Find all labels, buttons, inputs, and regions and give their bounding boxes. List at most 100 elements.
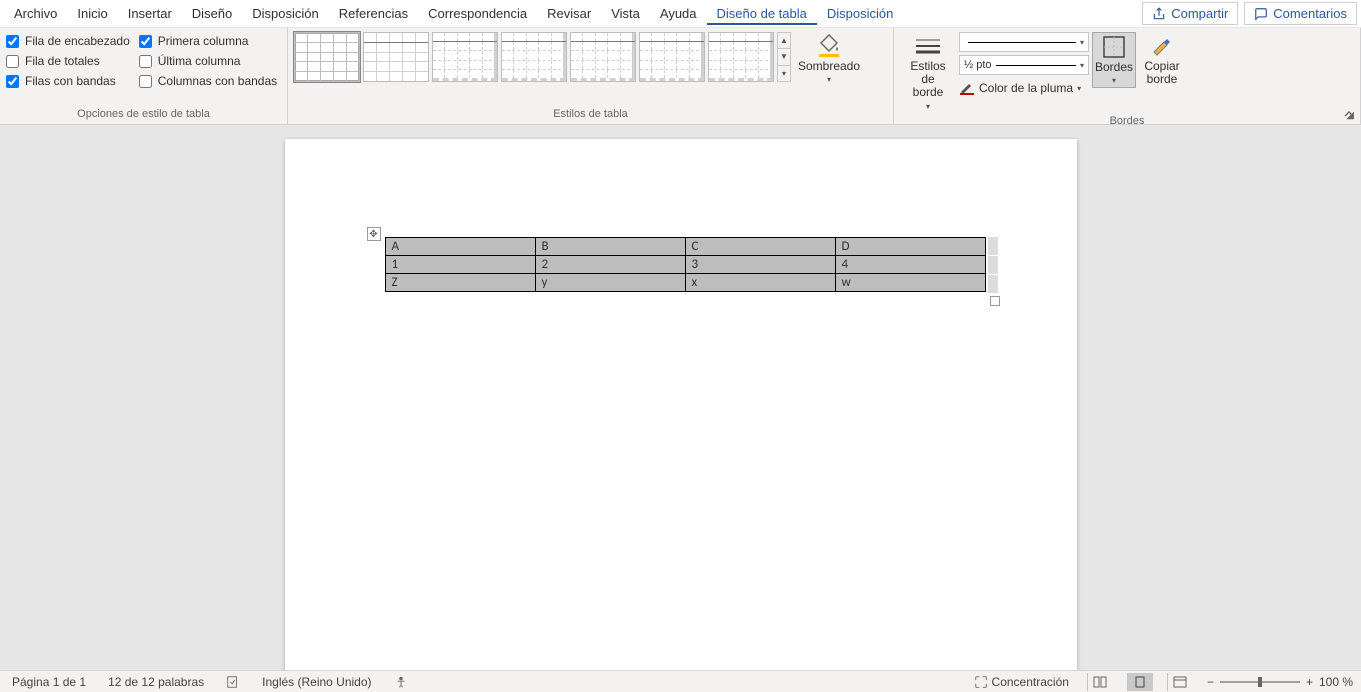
chevron-down-icon: ▾	[827, 75, 831, 84]
table-cell[interactable]: A	[385, 238, 535, 256]
chk-last-col[interactable]: Última columna	[139, 54, 277, 68]
table-style-5[interactable]	[570, 32, 636, 82]
table-style-4[interactable]	[501, 32, 567, 82]
view-print-layout[interactable]	[1127, 673, 1153, 691]
view-read-mode[interactable]	[1087, 673, 1113, 691]
status-language[interactable]: Inglés (Reino Unido)	[258, 675, 375, 689]
table-cell[interactable]: Z	[385, 274, 535, 292]
comments-button[interactable]: Comentarios	[1244, 2, 1357, 25]
group-borders: Estilos de borde ▾ ▾ ½ pto ▾ Color de la…	[894, 28, 1361, 124]
chk-first-col-label: Primera columna	[158, 34, 249, 48]
table-row[interactable]: 1 2 3 4	[385, 256, 985, 274]
tab-ayuda[interactable]: Ayuda	[650, 2, 707, 25]
ribbon-tabs: Archivo Inicio Insertar Diseño Disposici…	[0, 0, 1361, 28]
table-cell[interactable]: x	[685, 274, 835, 292]
table-cell[interactable]: w	[835, 274, 985, 292]
status-proofing[interactable]	[222, 675, 244, 689]
ribbon-collapse-button[interactable]	[1343, 108, 1355, 120]
table-row[interactable]: A B C D	[385, 238, 985, 256]
tab-insertar[interactable]: Insertar	[118, 2, 182, 25]
view-web-layout[interactable]	[1167, 673, 1193, 691]
copy-border-button[interactable]: Copiar borde	[1139, 32, 1185, 88]
table-style-2[interactable]	[363, 32, 429, 82]
table-cell[interactable]: C	[685, 238, 835, 256]
status-accessibility[interactable]	[390, 675, 412, 689]
table-cell[interactable]: 1	[385, 256, 535, 274]
pen-color-button[interactable]: Color de la pluma ▾	[959, 78, 1089, 98]
comment-icon	[1254, 7, 1268, 21]
share-button[interactable]: Compartir	[1142, 2, 1238, 25]
status-page[interactable]: Página 1 de 1	[8, 675, 90, 689]
shading-label: Sombreado	[798, 60, 860, 73]
document-page[interactable]: ✥ A B C D 1 2 3 4 Z y x w	[285, 139, 1077, 670]
chk-banded-cols-label: Columnas con bandas	[158, 74, 277, 88]
chevron-down-icon: ▾	[1080, 38, 1084, 47]
gallery-expand[interactable]: ▾	[778, 66, 790, 81]
tab-referencias[interactable]: Referencias	[329, 2, 418, 25]
borders-button[interactable]: Bordes ▾	[1092, 32, 1136, 88]
table-style-1[interactable]	[294, 32, 360, 82]
zoom-in-button[interactable]: +	[1306, 675, 1313, 689]
table-cell[interactable]: y	[535, 274, 685, 292]
focus-mode-button[interactable]: Concentración	[970, 675, 1073, 689]
chk-total-row-label: Fila de totales	[25, 54, 100, 68]
table-row[interactable]: Z y x w	[385, 274, 985, 292]
tab-diseno-tabla[interactable]: Diseño de tabla	[707, 2, 817, 25]
tab-inicio[interactable]: Inicio	[67, 2, 117, 25]
copy-border-label: Copiar borde	[1144, 60, 1179, 86]
zoom-slider-thumb[interactable]	[1258, 677, 1262, 687]
table-style-3[interactable]	[432, 32, 498, 82]
chevron-down-icon: ▾	[1080, 61, 1084, 70]
chk-last-col-label: Última columna	[158, 54, 241, 68]
table-cell[interactable]: B	[535, 238, 685, 256]
pen-weight-combo[interactable]: ½ pto ▾	[959, 55, 1089, 75]
table-cell[interactable]: 2	[535, 256, 685, 274]
chk-banded-rows[interactable]: Filas con bandas	[6, 74, 130, 88]
tab-vista[interactable]: Vista	[601, 2, 650, 25]
chevron-down-icon: ▾	[1112, 76, 1116, 85]
shading-button[interactable]: Sombreado ▾	[794, 32, 864, 86]
group-table-style-options: Fila de encabezado Fila de totales Filas…	[0, 28, 288, 124]
zoom-slider[interactable]	[1220, 681, 1300, 683]
share-icon	[1152, 7, 1166, 21]
status-word-count[interactable]: 12 de 12 palabras	[104, 675, 208, 689]
table-style-7[interactable]	[708, 32, 774, 82]
table-cell[interactable]: 3	[685, 256, 835, 274]
tab-disposicion[interactable]: Disposición	[242, 2, 328, 25]
pen-color-icon	[959, 80, 975, 96]
group-label-styles: Estilos de tabla	[294, 106, 887, 122]
table-move-handle[interactable]: ✥	[367, 227, 381, 241]
pen-style-combo[interactable]: ▾	[959, 32, 1089, 52]
tab-disposicion-tabla[interactable]: Disposición	[817, 2, 903, 25]
table-cell[interactable]: D	[835, 238, 985, 256]
group-label-options: Opciones de estilo de tabla	[6, 106, 281, 122]
proofing-icon	[226, 675, 240, 689]
tab-revisar[interactable]: Revisar	[537, 2, 601, 25]
borders-label: Bordes	[1095, 61, 1133, 74]
zoom-out-button[interactable]: −	[1207, 675, 1214, 689]
tab-diseno[interactable]: Diseño	[182, 2, 242, 25]
zoom-value[interactable]: 100 %	[1319, 675, 1353, 689]
share-label: Compartir	[1171, 6, 1228, 21]
gallery-scroll-up[interactable]: ▲	[778, 33, 790, 49]
borders-icon	[1100, 35, 1128, 59]
border-styles-button[interactable]: Estilos de borde ▾	[900, 32, 956, 113]
zoom-control: − + 100 %	[1207, 675, 1353, 689]
chk-first-col[interactable]: Primera columna	[139, 34, 277, 48]
chk-header-row[interactable]: Fila de encabezado	[6, 34, 130, 48]
border-styles-label: Estilos de borde	[902, 60, 954, 100]
chk-banded-rows-label: Filas con bandas	[25, 74, 116, 88]
chk-total-row[interactable]: Fila de totales	[6, 54, 130, 68]
tab-correspondencia[interactable]: Correspondencia	[418, 2, 537, 25]
tab-archivo[interactable]: Archivo	[4, 2, 67, 25]
group-table-styles: ▲ ▼ ▾ Sombreado ▾ Estilos de tabla	[288, 28, 894, 124]
table-resize-handle[interactable]	[990, 296, 1000, 306]
table-style-6[interactable]	[639, 32, 705, 82]
focus-icon	[974, 675, 988, 689]
table-cell[interactable]: 4	[835, 256, 985, 274]
border-painter-icon	[1148, 34, 1176, 58]
chk-banded-cols[interactable]: Columnas con bandas	[139, 74, 277, 88]
pen-color-label: Color de la pluma	[979, 81, 1073, 95]
gallery-scroll-down[interactable]: ▼	[778, 49, 790, 65]
document-table[interactable]: A B C D 1 2 3 4 Z y x w	[385, 237, 986, 292]
